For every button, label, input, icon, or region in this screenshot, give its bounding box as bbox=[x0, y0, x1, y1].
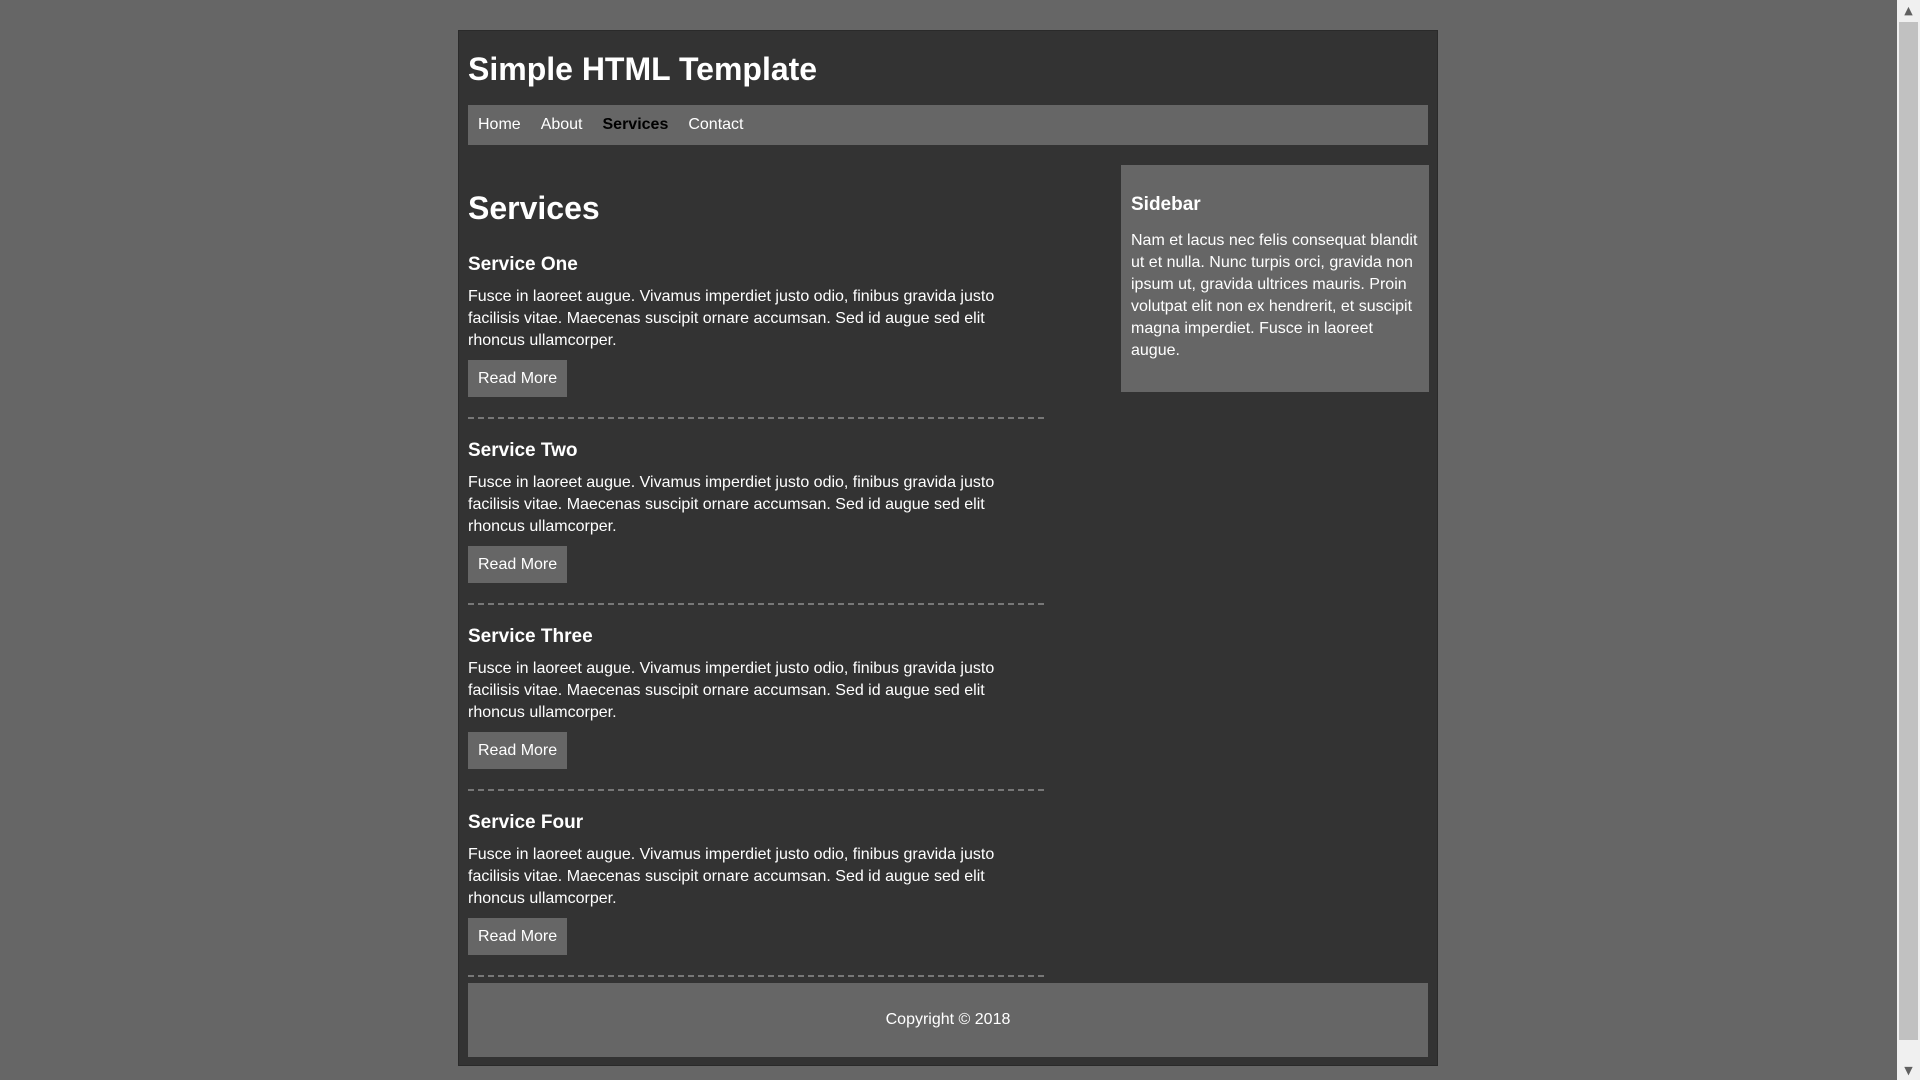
service-title: Service One bbox=[468, 254, 578, 275]
scroll-up-arrow-icon[interactable]: ▲ bbox=[1897, 0, 1920, 20]
service-item: Service Two Fusce in laoreet augue. Viva… bbox=[468, 419, 1044, 605]
browser-viewport: Simple HTML Template Home About Services… bbox=[0, 0, 1897, 1080]
scroll-down-arrow-icon[interactable]: ▼ bbox=[1897, 1060, 1920, 1080]
scrollbar-thumb[interactable] bbox=[1899, 22, 1918, 1040]
read-more-button[interactable]: Read More bbox=[468, 918, 568, 955]
service-description: Fusce in laoreet augue. Vivamus imperdie… bbox=[468, 660, 995, 721]
main-nav: Home About Services Contact bbox=[468, 105, 1428, 145]
page-container: Simple HTML Template Home About Services… bbox=[458, 30, 1438, 1066]
sidebar-text: Nam et lacus nec felis consequat blandit… bbox=[1131, 232, 1418, 359]
read-more-button[interactable]: Read More bbox=[468, 360, 568, 397]
page-title: Services bbox=[468, 190, 600, 226]
service-title: Service Two bbox=[468, 440, 578, 461]
footer: Copyright © 2018 bbox=[468, 983, 1428, 1057]
service-description: Fusce in laoreet augue. Vivamus imperdie… bbox=[468, 474, 995, 535]
vertical-scrollbar[interactable]: ▲ ▼ bbox=[1897, 0, 1920, 1080]
service-item: Service One Fusce in laoreet augue. Viva… bbox=[468, 233, 1044, 419]
read-more-button[interactable]: Read More bbox=[468, 732, 568, 769]
service-description: Fusce in laoreet augue. Vivamus imperdie… bbox=[468, 846, 995, 907]
nav-item-services[interactable]: Services bbox=[603, 116, 669, 134]
service-title: Service Four bbox=[468, 812, 584, 833]
service-item: Service Three Fusce in laoreet augue. Vi… bbox=[468, 605, 1044, 791]
nav-item-about[interactable]: About bbox=[541, 116, 583, 134]
service-description: Fusce in laoreet augue. Vivamus imperdie… bbox=[468, 288, 995, 349]
service-item: Service Four Fusce in laoreet augue. Viv… bbox=[468, 791, 1044, 977]
sidebar-title: Sidebar bbox=[1131, 194, 1201, 215]
site-title: Simple HTML Template bbox=[468, 51, 818, 87]
sidebar: Sidebar Nam et lacus nec felis consequat… bbox=[1121, 165, 1429, 392]
copyright-text: Copyright © 2018 bbox=[885, 1011, 1011, 1028]
service-title: Service Three bbox=[468, 626, 593, 647]
read-more-button[interactable]: Read More bbox=[468, 546, 568, 583]
nav-item-contact[interactable]: Contact bbox=[688, 116, 743, 134]
nav-item-home[interactable]: Home bbox=[478, 116, 521, 134]
